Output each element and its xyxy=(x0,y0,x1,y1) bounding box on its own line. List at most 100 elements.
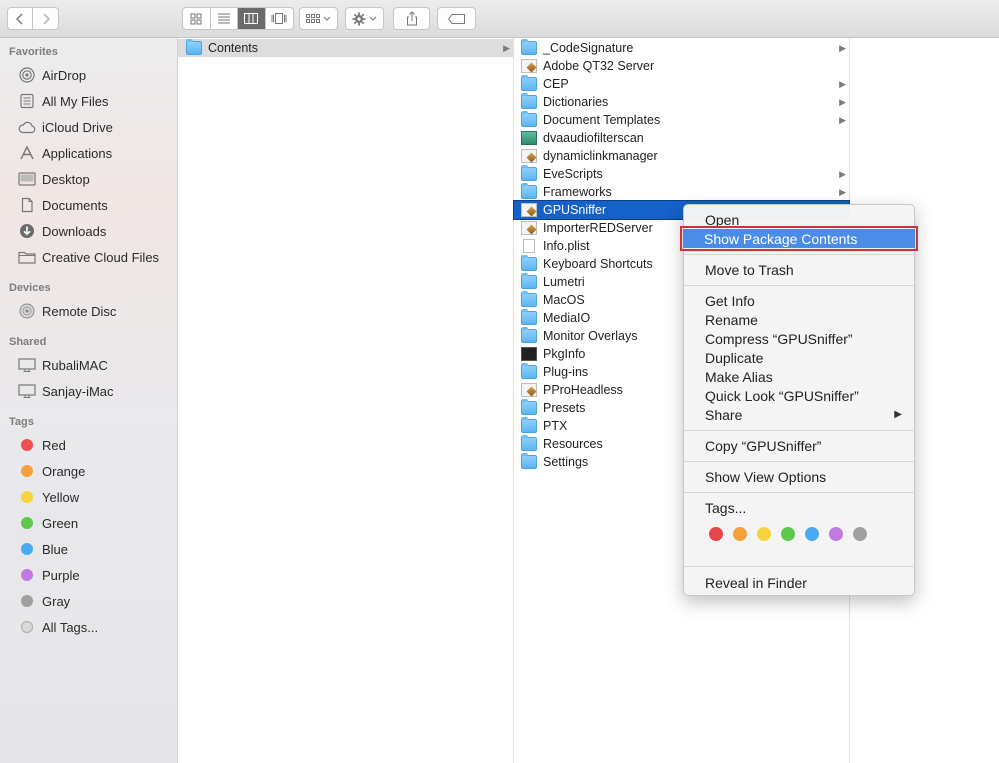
icon-view-button[interactable] xyxy=(183,8,211,29)
tag-color-option[interactable] xyxy=(781,527,795,541)
tag-color-option[interactable] xyxy=(829,527,843,541)
sidebar-item-tag[interactable]: Purple xyxy=(0,563,178,587)
sidebar-item-label: Purple xyxy=(42,567,80,583)
sidebar-item-label: All Tags... xyxy=(42,619,99,635)
menu-item-share[interactable]: Share ▶ xyxy=(684,405,914,424)
list-view-button[interactable] xyxy=(211,8,238,29)
sidebar-item-label: Remote Disc xyxy=(42,303,117,319)
list-item-label: MacOS xyxy=(543,293,585,307)
list-item-label: _CodeSignature xyxy=(543,41,634,55)
sidebar-item-remote-disc[interactable]: Remote Disc xyxy=(0,299,178,323)
list-item[interactable]: Frameworks ▶ xyxy=(514,183,849,201)
chevron-right-icon: ▶ xyxy=(839,78,846,89)
menu-item-make-alias[interactable]: Make Alias xyxy=(684,367,914,386)
sidebar-item-desktop[interactable]: Desktop xyxy=(0,167,178,191)
sidebar-item-icloud-drive[interactable]: iCloud Drive xyxy=(0,115,178,139)
folder-icon xyxy=(521,255,537,271)
list-item[interactable]: CEP ▶ xyxy=(514,75,849,93)
chevron-right-icon: ▶ xyxy=(839,42,846,53)
list-item[interactable]: _CodeSignature ▶ xyxy=(514,39,849,57)
menu-item-show-view-options[interactable]: Show View Options xyxy=(684,467,914,486)
chevron-right-icon: ▶ xyxy=(839,168,846,179)
menu-item-show-package-contents[interactable]: Show Package Contents xyxy=(680,226,918,251)
sidebar-item-tag[interactable]: Red xyxy=(0,433,178,457)
chevron-right-icon: ▶ xyxy=(839,114,846,125)
list-item-label: Adobe QT32 Server xyxy=(543,59,655,73)
sidebar-item-tag[interactable]: Green xyxy=(0,511,178,535)
sidebar-item-label: Red xyxy=(42,437,66,453)
menu-item-move-to-trash[interactable]: Move to Trash xyxy=(684,260,914,279)
menu-item-quick-look[interactable]: Quick Look “GPUSniffer” xyxy=(684,386,914,405)
app-icon xyxy=(521,221,537,235)
list-item-contents[interactable]: Contents ▶ xyxy=(178,39,513,57)
list-item-label: Keyboard Shortcuts xyxy=(543,257,653,271)
sidebar-item-tag[interactable]: All Tags... xyxy=(0,615,178,639)
menu-item-copy[interactable]: Copy “GPUSniffer” xyxy=(684,436,914,455)
tag-color-option[interactable] xyxy=(733,527,747,541)
tag-color-option[interactable] xyxy=(757,527,771,541)
list-item[interactable]: Document Templates ▶ xyxy=(514,111,849,129)
sidebar-item-airdrop[interactable]: AirDrop xyxy=(0,63,178,87)
folder-icon xyxy=(521,363,537,379)
cover-flow-button[interactable] xyxy=(266,8,293,29)
back-button[interactable] xyxy=(8,8,33,29)
list-item-label: Resources xyxy=(543,437,603,451)
sidebar-item-creative-cloud-files[interactable]: Creative Cloud Files xyxy=(0,245,178,269)
sidebar-item-tag[interactable]: Gray xyxy=(0,589,178,613)
sidebar-item-label: Desktop xyxy=(42,171,90,187)
list-item[interactable]: Adobe QT32 Server xyxy=(514,57,849,75)
folder-icon xyxy=(521,165,537,181)
tag-color-dot-icon xyxy=(21,491,33,503)
sidebar-item-documents[interactable]: Documents xyxy=(0,193,178,217)
document-icon xyxy=(523,239,535,253)
list-item[interactable]: Dictionaries ▶ xyxy=(514,93,849,111)
column-view-icon xyxy=(244,13,259,24)
list-item-label: Document Templates xyxy=(543,113,661,127)
sidebar-item-sanjay-imac[interactable]: Sanjay-iMac xyxy=(0,379,178,403)
folder-icon xyxy=(521,327,537,343)
menu-item-rename[interactable]: Rename xyxy=(684,310,914,329)
column-view-button[interactable] xyxy=(238,8,266,29)
arrange-button[interactable] xyxy=(299,7,338,30)
list-item[interactable]: dynamiclinkmanager xyxy=(514,147,849,165)
menu-item-compress[interactable]: Compress “GPUSniffer” xyxy=(684,329,914,348)
menu-item-label: Share xyxy=(705,406,743,423)
sidebar-item-all-my-files[interactable]: All My Files xyxy=(0,89,178,113)
forward-button[interactable] xyxy=(33,8,58,29)
documents-icon xyxy=(18,196,36,214)
column-1: Contents ▶ xyxy=(178,38,514,763)
share-icon xyxy=(406,11,417,26)
tag-color-option[interactable] xyxy=(805,527,819,541)
menu-item-tags[interactable]: Tags... xyxy=(684,498,914,517)
sidebar-item-rubalimac[interactable]: RubaliMAC xyxy=(0,353,178,377)
folder-icon xyxy=(18,248,36,266)
menu-item-get-info[interactable]: Get Info xyxy=(684,291,914,310)
menu-separator xyxy=(684,492,914,493)
sidebar-item-label: Green xyxy=(42,515,79,531)
list-item[interactable]: dvaaudiofilterscan xyxy=(514,129,849,147)
chevron-right-icon: ▶ xyxy=(839,96,846,107)
list-item-label: Lumetri xyxy=(543,275,585,289)
sidebar-item-applications[interactable]: Applications xyxy=(0,141,178,165)
toolbar xyxy=(0,0,999,38)
sidebar-item-tag[interactable]: Orange xyxy=(0,459,178,483)
tag-color-option[interactable] xyxy=(709,527,723,541)
downloads-icon xyxy=(18,222,36,240)
sidebar-item-downloads[interactable]: Downloads xyxy=(0,219,178,243)
sidebar-item-tag[interactable]: Blue xyxy=(0,537,178,561)
folder-icon xyxy=(521,435,537,451)
list-item-label: CEP xyxy=(543,77,569,91)
menu-item-duplicate[interactable]: Duplicate xyxy=(684,348,914,367)
chevron-right-icon: ▶ xyxy=(839,186,846,197)
tag-button[interactable] xyxy=(437,7,476,30)
desktop-icon xyxy=(18,170,36,188)
tag-color-option[interactable] xyxy=(853,527,867,541)
folder-icon xyxy=(521,291,537,307)
menu-item-open[interactable]: Open xyxy=(684,210,914,229)
share-button[interactable] xyxy=(393,7,430,30)
menu-separator xyxy=(684,254,914,255)
sidebar-item-tag[interactable]: Yellow xyxy=(0,485,178,509)
action-button[interactable] xyxy=(345,7,384,30)
list-item[interactable]: EveScripts ▶ xyxy=(514,165,849,183)
menu-item-reveal-in-finder[interactable]: Reveal in Finder xyxy=(684,573,914,592)
